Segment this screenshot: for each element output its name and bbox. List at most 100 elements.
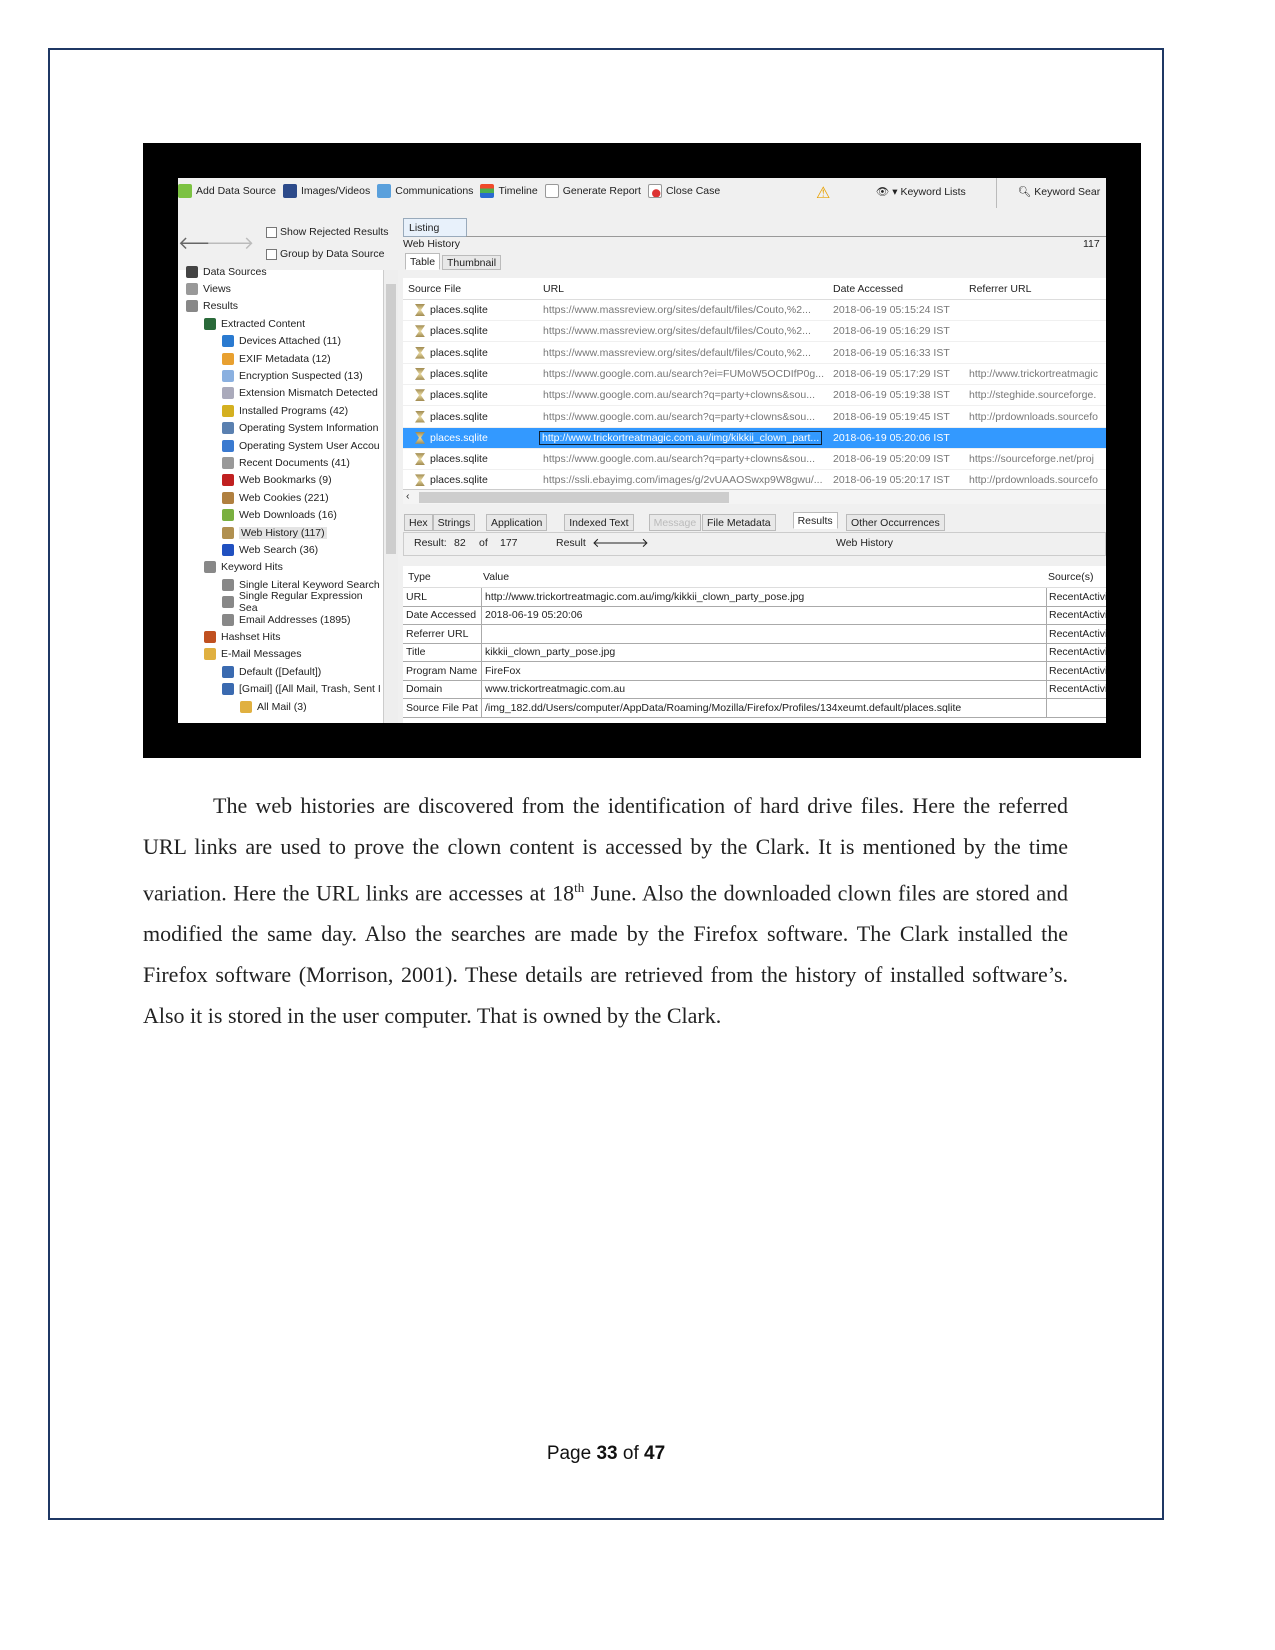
tree-item[interactable]: Views [186,280,231,297]
tab-table[interactable]: Table [405,253,441,270]
eye-icon: 👁 ▾ [876,186,901,198]
tree-item-label: Default ([Default]) [239,665,322,678]
show-rejected-checkbox[interactable]: Show Rejected Results [266,226,389,238]
table-row[interactable]: places.sqlite http://www.trickortreatmagi… [403,427,1106,449]
table-row[interactable]: places.sqlite https://www.massreview.org/… [403,300,1106,321]
close-case-button[interactable]: Close Case [647,184,720,198]
tab-results[interactable]: Results [792,512,838,529]
tab-other-occurrences[interactable]: Other Occurrences [846,514,945,531]
table-cell: places.sqlite [430,410,488,423]
tree-item[interactable]: Web Downloads (16) [222,507,337,524]
tree-item[interactable]: All Mail (3) [240,698,307,715]
tree-item[interactable]: Installed Programs (42) [222,402,348,419]
tree-item[interactable]: E-Mail Messages [204,646,302,663]
tab-message[interactable]: Message [648,514,702,531]
page-label: Page [546,1443,592,1464]
column-header[interactable]: Date Accessed [833,283,903,295]
tree-node-icon [186,282,198,295]
tab-application[interactable]: Application [486,514,548,531]
tab-indexed-text[interactable]: Indexed Text [564,514,634,531]
table-header: Type Value Source(s) [403,566,1106,588]
detail-row[interactable]: Referrer URL RecentActivi [403,624,1106,644]
detail-row[interactable]: Date Accessed 2018-06-19 05:20:06 RecentAc… [403,606,1106,625]
column-header[interactable]: Value [483,571,509,583]
detail-cell: URL [406,590,428,603]
tab-listing[interactable]: Listing [403,218,467,237]
tree-item[interactable]: Hashset Hits [204,628,281,645]
column-header[interactable]: URL [543,283,564,295]
hourglass-icon [415,346,425,359]
tree-item[interactable]: Devices Attached (11) [222,333,341,350]
tree-node-icon [222,422,234,435]
tree-item[interactable]: EXIF Metadata (12) [222,350,331,367]
tree-item[interactable]: Extracted Content [204,315,305,332]
tree-item[interactable]: Email Addresses (1895) [222,611,350,628]
tree-item[interactable]: Keyword Hits [204,559,283,576]
tree-item[interactable]: Web Bookmarks (9) [222,472,332,489]
detail-cell: kikkii_clown_party_pose.jpg [481,643,615,662]
report-icon [544,184,559,198]
next-result-button[interactable]: 🡒 [614,535,649,551]
tree-item[interactable]: Operating System Information [222,420,378,437]
tree-item[interactable]: Results [186,298,238,315]
detail-row[interactable]: URL http://www.trickortreatmagic.com.au/i… [403,587,1106,607]
tree-item[interactable]: [Gmail] ([All Mail, Trash, Sent I [222,681,381,698]
table-row[interactable]: places.sqlite https://www.google.com.au/s… [403,407,1106,428]
tree-item[interactable]: Extension Mismatch Detected [222,385,378,402]
warning-icon[interactable]: ⚠ [816,183,830,203]
column-header[interactable]: Source(s) [1048,571,1094,583]
detail-row[interactable]: Program Name FireFox RecentActivi [403,661,1106,681]
table-cell: https://www.google.com.au/search?q=party… [543,389,815,402]
table-cell: places.sqlite [430,325,488,338]
tree-item-label: Devices Attached (11) [239,335,341,348]
forward-icon[interactable]: 🡒 [206,233,254,254]
tree-item-label: All Mail (3) [257,700,307,713]
table-cell: http://steghide.sourceforge. [969,389,1097,402]
communications-button[interactable]: Communications [377,184,473,198]
tree-item[interactable]: Data Sources [186,263,267,280]
tree-item[interactable]: Operating System User Accou [222,437,380,454]
tree-item[interactable]: Web History (117) [222,524,327,541]
tree-item[interactable]: Recent Documents (41) [222,454,350,471]
table-cell: https://ssli.ebayimg.com/images/g/2vUAAO… [543,474,823,487]
table-cell: 2018-06-19 05:17:29 IST [833,367,950,380]
tab-strings[interactable]: Strings [432,514,476,531]
column-header[interactable]: Referrer URL [969,283,1031,295]
timeline-button[interactable]: Timeline [480,184,538,198]
detail-row[interactable]: Title kikkii_clown_party_pose.jpg RecentAc… [403,643,1106,662]
tree-item[interactable]: Web Cookies (221) [222,489,329,506]
table-row[interactable]: places.sqlite https://www.google.com.au/s… [403,364,1106,385]
table-row[interactable]: places.sqlite https://www.google.com.au/s… [403,449,1106,471]
generate-report-button[interactable]: Generate Report [544,184,641,198]
table-row[interactable]: places.sqlite https://www.massreview.org/… [403,343,1106,364]
table-cell: https://www.massreview.org/sites/default… [543,304,811,316]
detail-row[interactable]: Source File Pat/img_182.dd/Users/compute… [403,698,1106,718]
tree-item[interactable]: Default ([Default]) [222,663,321,680]
tree-scrollbar[interactable] [384,270,398,723]
column-header[interactable]: Source File [408,283,461,295]
tree-item[interactable]: Single Regular Expression Sea [222,590,383,614]
group-by-checkbox[interactable]: Group by Data Source [266,248,384,260]
images-videos-button[interactable]: Images/Videos [282,184,370,198]
tree-item[interactable]: Web Search (36) [222,541,318,558]
hourglass-icon [415,410,425,423]
table-cell: http://prdownloads.sourcefo [969,474,1098,487]
keyword-search-button[interactable]: 🔍︎ Keyword Sear [1018,185,1100,198]
label: Keyword Lists [900,186,966,198]
detail-row[interactable]: Domain www.trickortreatmagic.com.au Recent… [403,680,1106,699]
horizontal-scrollbar[interactable]: ‹ [403,489,1106,504]
table-row[interactable]: places.sqlite https://www.google.com.au/s… [403,385,1106,407]
column-header[interactable]: Type [408,571,431,583]
tab-thumbnail[interactable]: Thumbnail [442,255,502,270]
add-data-source-button[interactable]: Add Data Source [178,184,276,198]
label: Keyword Sear [1034,186,1101,198]
table-cell: 2018-06-19 05:19:45 IST [833,410,950,423]
tree-item[interactable]: Encryption Suspected (13) [222,367,363,384]
tree-item-label: Operating System User Accou [239,439,380,452]
keyword-lists-button[interactable]: 👁 ▾ Keyword Lists [876,185,966,198]
tree-item-label: Hashset Hits [221,630,281,643]
tree-item-label: Web Downloads (16) [239,509,337,522]
table-row[interactable]: places.sqlite https://www.massreview.org/… [403,321,1106,343]
tab-file-metadata[interactable]: File Metadata [702,514,776,531]
tab-hex[interactable]: Hex [404,514,433,531]
